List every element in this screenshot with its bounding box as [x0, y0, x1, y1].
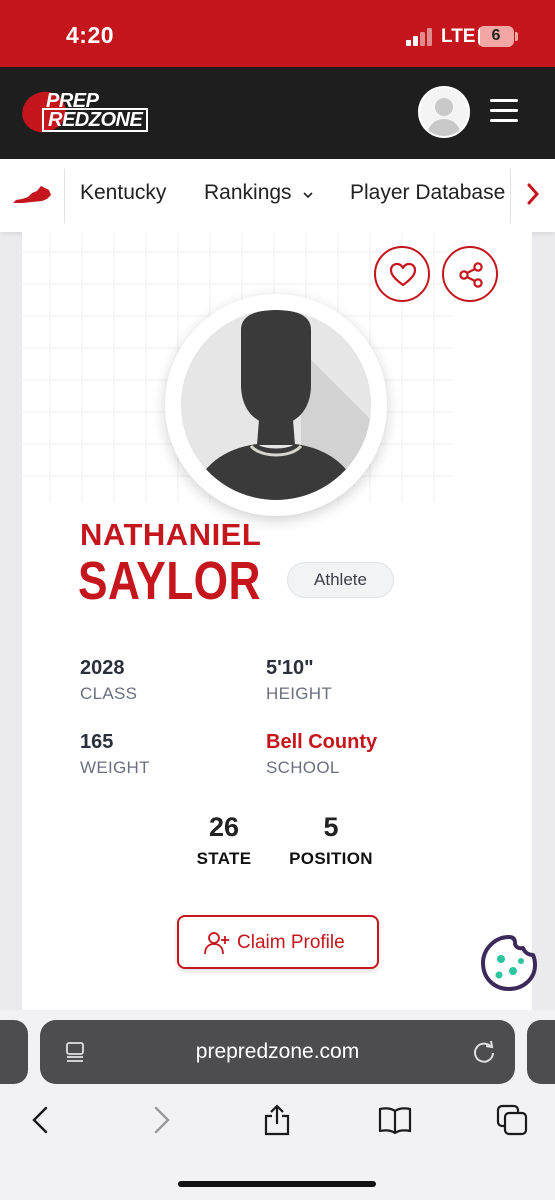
heart-icon: [389, 262, 417, 287]
nav-item-rankings[interactable]: Rankings: [204, 181, 292, 205]
state-rank-label: STATE: [196, 849, 252, 868]
height-label: HEIGHT: [266, 684, 333, 703]
battery-icon: 6: [478, 26, 514, 47]
weight-value: 165: [80, 731, 114, 753]
state-nav: Kentucky Rankings Player Database: [0, 159, 555, 232]
player-profile-card: NATHANIEL SAYLOR Athlete 2028 CLASS 5'10…: [22, 232, 532, 1010]
chevron-down-icon[interactable]: [303, 191, 313, 199]
avatar-silhouette-icon: [426, 98, 462, 136]
nav-item-kentucky[interactable]: Kentucky: [80, 181, 166, 205]
player-silhouette: [181, 310, 371, 500]
chevron-right-icon[interactable]: [522, 181, 544, 207]
battery-tip: [515, 32, 518, 41]
address-bar[interactable]: prepredzone.com: [40, 1020, 515, 1084]
reload-icon[interactable]: [471, 1039, 497, 1065]
state-rank-value: 26: [208, 812, 240, 842]
forward-icon[interactable]: [144, 1103, 178, 1137]
signal-icon: [406, 28, 436, 46]
share-button[interactable]: [442, 246, 498, 302]
status-time: 4:20: [66, 22, 115, 48]
claim-profile-label: Claim Profile: [237, 932, 345, 953]
weight-label: WEIGHT: [80, 758, 150, 777]
position-badge: Athlete: [287, 562, 394, 598]
battery-level: 6: [491, 27, 501, 44]
kentucky-map-icon[interactable]: [12, 183, 52, 207]
position-rank-label: POSITION: [289, 849, 373, 868]
class-label: CLASS: [80, 684, 138, 703]
share-sheet-icon[interactable]: [260, 1103, 294, 1137]
class-value: 2028: [80, 657, 125, 679]
status-bar: 4:20 LTE 6: [0, 0, 555, 67]
cookie-icon[interactable]: [479, 933, 539, 993]
claim-profile-button[interactable]: Claim Profile: [177, 915, 379, 969]
share-icon: [459, 262, 483, 288]
nav-divider-right: [510, 169, 511, 223]
back-icon[interactable]: [24, 1103, 58, 1137]
silhouette-icon: [181, 310, 371, 500]
school-label: SCHOOL: [266, 758, 340, 777]
position-rank-value: 5: [323, 812, 339, 842]
home-indicator: [178, 1181, 376, 1187]
favorite-button[interactable]: [374, 246, 430, 302]
user-plus-icon: [204, 932, 229, 955]
player-first-name: NATHANIEL: [80, 517, 262, 552]
nav-item-player-database[interactable]: Player Database: [350, 181, 505, 205]
height-value: 5'10": [266, 657, 314, 679]
logo-line2: REDZONE: [42, 108, 149, 132]
site-logo[interactable]: PREP REDZONE: [16, 85, 152, 139]
browser-toolbar: prepredzone.com: [0, 1010, 555, 1200]
next-tab-preview[interactable]: [527, 1020, 555, 1084]
school-link[interactable]: Bell County: [266, 731, 377, 754]
player-last-name: SAYLOR: [78, 551, 261, 611]
hamburger-icon[interactable]: [490, 99, 518, 123]
user-avatar[interactable]: [418, 86, 470, 138]
nav-divider: [64, 169, 65, 223]
player-photo: [165, 294, 387, 516]
network-type: LTE: [441, 26, 476, 47]
previous-tab-preview[interactable]: [0, 1020, 28, 1084]
site-header: PREP REDZONE: [0, 67, 555, 159]
tabs-icon[interactable]: [495, 1103, 529, 1137]
url-text: prepredzone.com: [195, 1040, 360, 1063]
bookmarks-icon[interactable]: [378, 1103, 412, 1137]
